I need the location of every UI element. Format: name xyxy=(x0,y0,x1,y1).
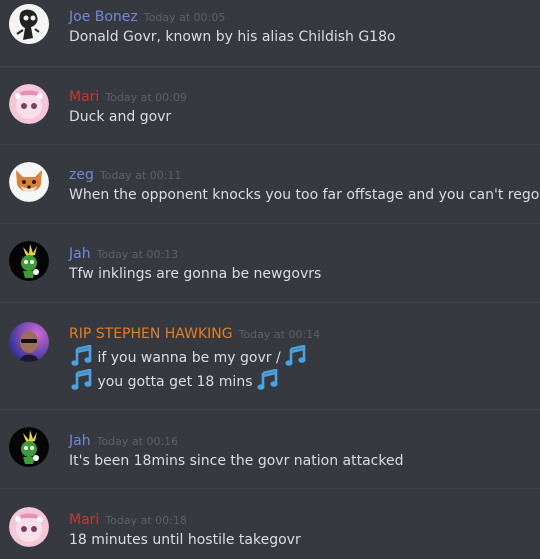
fox-avatar-icon[interactable] xyxy=(9,162,49,202)
message-text-line: if you wanna be my govr / xyxy=(97,350,281,366)
message-text: 18 minutes until hostile takegovr xyxy=(69,532,301,548)
author-name[interactable]: Mari xyxy=(69,512,99,528)
message-feed: Joe Bonez Today at 00:05 Donald Govr, kno… xyxy=(0,0,540,559)
message-timestamp: Today at 00:13 xyxy=(96,248,179,261)
green-character-avatar-icon[interactable] xyxy=(9,427,49,467)
message-text: Duck and govr xyxy=(69,109,172,125)
message-text: It's been 18mins since the govr nation a… xyxy=(69,453,404,469)
message-text: Tfw inklings are gonna be newgovrs xyxy=(69,266,322,282)
green-character-avatar-icon[interactable] xyxy=(9,241,49,281)
message-timestamp: Today at 00:14 xyxy=(238,328,321,341)
message: Jah Today at 00:16 It's been 18mins since… xyxy=(0,409,540,488)
message-timestamp: Today at 00:16 xyxy=(96,435,179,448)
message: Mari Today at 00:09 Duck and govr xyxy=(0,66,540,144)
musical-note-icon xyxy=(71,345,93,367)
message-timestamp: Today at 00:11 xyxy=(99,169,182,182)
message-text: you gotta get 18 mins xyxy=(71,369,279,391)
author-name[interactable]: zeg xyxy=(69,167,94,183)
author-name[interactable]: RIP STEPHEN HAWKING xyxy=(69,326,233,342)
musical-note-icon xyxy=(71,369,93,391)
message: Joe Bonez Today at 00:05 Donald Govr, kno… xyxy=(0,0,540,66)
message: Mari Today at 00:18 18 minutes until host… xyxy=(0,488,540,559)
message: Jah Today at 00:13 Tfw inklings are gonna… xyxy=(0,223,540,302)
portrait-avatar-icon[interactable] xyxy=(9,322,49,362)
pink-anime-avatar-icon[interactable] xyxy=(9,84,49,124)
message-timestamp: Today at 00:05 xyxy=(143,11,226,24)
musical-note-icon xyxy=(285,345,307,367)
skeleton-avatar-icon[interactable] xyxy=(9,4,49,44)
author-name[interactable]: Joe Bonez xyxy=(69,9,138,25)
message-timestamp: Today at 00:09 xyxy=(105,91,187,104)
message: RIP STEPHEN HAWKING Today at 00:14 if you… xyxy=(0,302,540,409)
message-text-line: you gotta get 18 mins xyxy=(97,374,253,390)
author-name[interactable]: Jah xyxy=(69,246,91,262)
message-timestamp: Today at 00:18 xyxy=(105,514,187,527)
message: zeg Today at 00:11 When the opponent knoc… xyxy=(0,144,540,223)
pink-anime-avatar-icon[interactable] xyxy=(9,507,49,547)
author-name[interactable]: Jah xyxy=(69,433,91,449)
author-name[interactable]: Mari xyxy=(69,89,99,105)
message-text: if you wanna be my govr / xyxy=(71,345,307,367)
message-text: When the opponent knocks you too far off… xyxy=(69,187,540,203)
musical-note-icon xyxy=(257,369,279,391)
message-text: Donald Govr, known by his alias Childish… xyxy=(69,29,396,45)
